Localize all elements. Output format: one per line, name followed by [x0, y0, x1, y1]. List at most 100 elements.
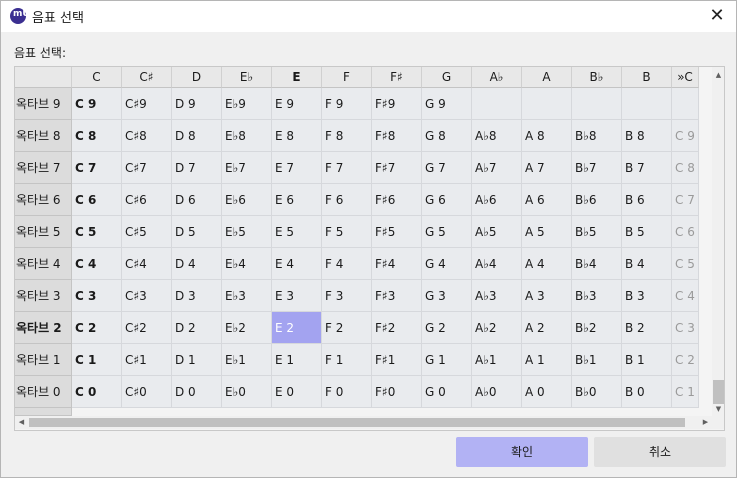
note-cell[interactable]: C 7 [72, 152, 122, 184]
note-cell[interactable]: E 8 [272, 120, 322, 152]
note-cell[interactable]: F 9 [322, 88, 372, 120]
note-cell[interactable]: B 7 [622, 152, 672, 184]
note-cell[interactable]: F 8 [322, 120, 372, 152]
note-cell[interactable]: D 9 [172, 88, 222, 120]
note-cell[interactable]: C♯6 [122, 184, 172, 216]
note-cell[interactable]: A 6 [522, 184, 572, 216]
note-cell[interactable]: A♭1 [472, 344, 522, 376]
note-cell[interactable]: D 0 [172, 376, 222, 408]
note-cell[interactable]: E♭7 [222, 152, 272, 184]
note-cell[interactable]: F♯5 [372, 216, 422, 248]
note-cell[interactable]: D 1 [172, 344, 222, 376]
note-cell[interactable]: D 6 [172, 184, 222, 216]
note-cell[interactable]: E♭1 [222, 344, 272, 376]
note-cell[interactable]: A 4 [522, 248, 572, 280]
note-cell[interactable]: F 7 [322, 152, 372, 184]
note-cell[interactable]: D 5 [172, 216, 222, 248]
note-cell[interactable]: C♯2 [122, 312, 172, 344]
note-cell[interactable]: C 2 [672, 344, 699, 376]
note-cell[interactable]: F 5 [322, 216, 372, 248]
note-cell[interactable]: F♯7 [372, 152, 422, 184]
note-cell[interactable]: E 3 [272, 280, 322, 312]
note-cell[interactable]: C♯3 [122, 280, 172, 312]
note-cell[interactable]: A 2 [522, 312, 572, 344]
note-cell[interactable]: G 4 [422, 248, 472, 280]
note-cell[interactable]: E♭9 [222, 88, 272, 120]
note-cell[interactable]: C♯4 [122, 248, 172, 280]
note-cell[interactable]: B 6 [622, 184, 672, 216]
note-cell[interactable]: F♯2 [372, 312, 422, 344]
note-cell[interactable]: G 5 [422, 216, 472, 248]
ok-button[interactable]: 확인 [456, 437, 588, 467]
arrow-left-icon[interactable]: ◀ [15, 416, 28, 429]
note-cell[interactable]: C 5 [672, 248, 699, 280]
note-cell[interactable]: C♯0 [122, 376, 172, 408]
note-cell[interactable]: A 1 [522, 344, 572, 376]
vertical-scroll-thumb[interactable] [713, 380, 724, 404]
note-cell[interactable]: C 6 [72, 184, 122, 216]
note-cell[interactable]: A 5 [522, 216, 572, 248]
arrow-up-icon[interactable]: ▲ [712, 69, 724, 82]
note-cell[interactable]: A 7 [522, 152, 572, 184]
note-cell[interactable]: E♭3 [222, 280, 272, 312]
note-cell[interactable]: C♯8 [122, 120, 172, 152]
note-cell[interactable]: A 0 [522, 376, 572, 408]
vertical-scrollbar[interactable]: ▲ ▼ [712, 67, 724, 416]
note-cell[interactable]: F♯8 [372, 120, 422, 152]
note-cell[interactable]: A 8 [522, 120, 572, 152]
note-cell[interactable]: G 3 [422, 280, 472, 312]
note-cell[interactable]: C 8 [672, 152, 699, 184]
note-cell[interactable]: B 3 [622, 280, 672, 312]
note-cell[interactable]: E 5 [272, 216, 322, 248]
note-cell[interactable]: A♭5 [472, 216, 522, 248]
note-cell[interactable]: F♯0 [372, 376, 422, 408]
note-cell[interactable]: B 2 [622, 312, 672, 344]
note-cell[interactable]: E♭8 [222, 120, 272, 152]
note-cell[interactable]: C 6 [672, 216, 699, 248]
cancel-button[interactable]: 취소 [594, 437, 726, 467]
note-cell[interactable]: C 3 [72, 280, 122, 312]
note-cell[interactable]: E 0 [272, 376, 322, 408]
note-cell[interactable]: B♭2 [572, 312, 622, 344]
note-cell[interactable]: A♭6 [472, 184, 522, 216]
note-cell[interactable]: C 2 [72, 312, 122, 344]
note-cell[interactable]: G 8 [422, 120, 472, 152]
horizontal-scroll-thumb[interactable] [29, 418, 685, 427]
note-cell[interactable]: B 4 [622, 248, 672, 280]
note-cell[interactable]: D 8 [172, 120, 222, 152]
note-cell[interactable]: A 3 [522, 280, 572, 312]
note-cell[interactable]: C♯1 [122, 344, 172, 376]
note-cell[interactable]: G 1 [422, 344, 472, 376]
note-cell[interactable]: B♭3 [572, 280, 622, 312]
note-cell[interactable]: A♭4 [472, 248, 522, 280]
note-cell[interactable]: B 1 [622, 344, 672, 376]
note-cell[interactable]: D 3 [172, 280, 222, 312]
note-cell[interactable]: G 6 [422, 184, 472, 216]
note-cell[interactable]: A♭0 [472, 376, 522, 408]
note-cell[interactable]: B♭8 [572, 120, 622, 152]
note-cell[interactable]: C 9 [672, 120, 699, 152]
note-cell[interactable]: C 8 [72, 120, 122, 152]
note-cell[interactable]: C 1 [672, 376, 699, 408]
note-cell[interactable]: F♯6 [372, 184, 422, 216]
note-cell[interactable]: G 0 [422, 376, 472, 408]
note-cell[interactable]: B♭6 [572, 184, 622, 216]
note-cell[interactable]: G 9 [422, 88, 472, 120]
note-cell[interactable]: C 7 [672, 184, 699, 216]
note-cell[interactable]: E♭4 [222, 248, 272, 280]
arrow-down-icon[interactable]: ▼ [712, 403, 724, 416]
note-cell[interactable]: B♭4 [572, 248, 622, 280]
note-cell[interactable]: B 0 [622, 376, 672, 408]
note-cell[interactable]: D 2 [172, 312, 222, 344]
note-cell[interactable]: F 6 [322, 184, 372, 216]
note-cell[interactable]: C 5 [72, 216, 122, 248]
note-cell[interactable]: A♭7 [472, 152, 522, 184]
note-cell[interactable]: D 4 [172, 248, 222, 280]
note-cell[interactable]: E 9 [272, 88, 322, 120]
note-cell[interactable]: F♯1 [372, 344, 422, 376]
note-cell[interactable]: F♯3 [372, 280, 422, 312]
note-cell[interactable]: B♭1 [572, 344, 622, 376]
note-cell[interactable]: F 4 [322, 248, 372, 280]
note-cell[interactable]: C 4 [672, 280, 699, 312]
note-cell[interactable]: F 2 [322, 312, 372, 344]
